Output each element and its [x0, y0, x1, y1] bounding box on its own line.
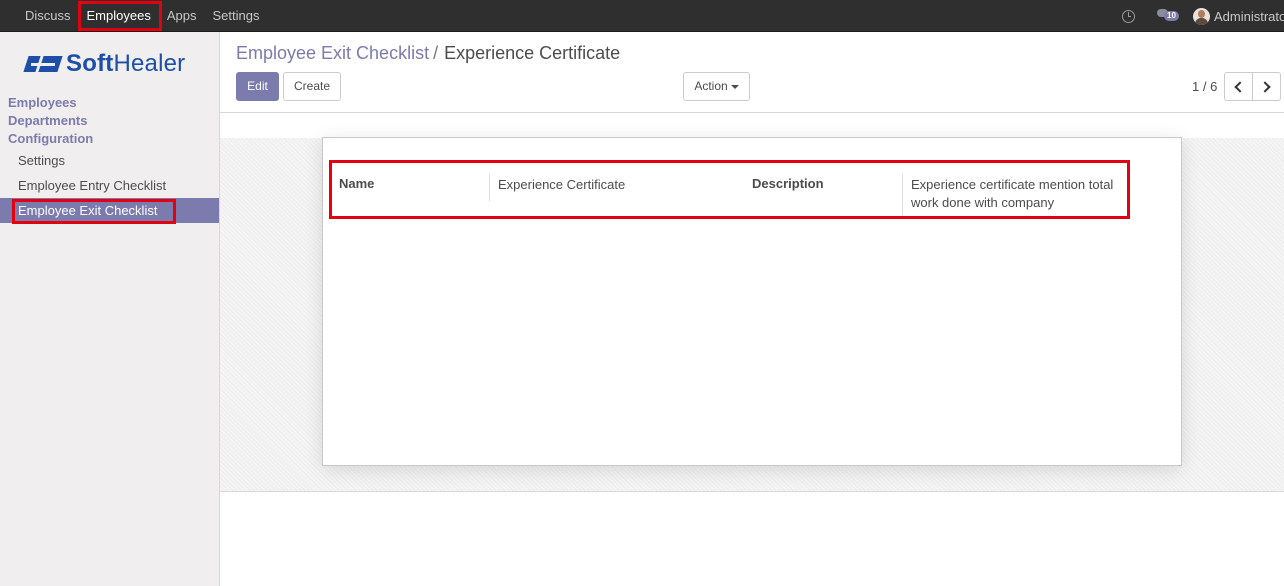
description-label: Description — [752, 176, 824, 191]
action-label: Action — [694, 79, 728, 93]
sidebar-item-exit-checklist[interactable]: Employee Exit Checklist — [0, 198, 219, 223]
caret-down-icon — [730, 84, 739, 89]
pager-previous-button[interactable] — [1224, 72, 1253, 101]
logo-mark-icon — [23, 54, 63, 74]
avatar[interactable] — [1193, 7, 1210, 25]
chevron-left-icon — [1234, 80, 1246, 93]
description-divider — [902, 174, 903, 216]
create-button[interactable]: Create — [283, 72, 341, 101]
edit-button[interactable]: Edit — [236, 72, 279, 101]
form-sheet: Name Experience Certificate Description … — [322, 137, 1182, 466]
chevron-right-icon — [1259, 80, 1271, 93]
breadcrumb: Employee Exit Checklist / Experience Certi… — [236, 43, 620, 64]
name-label: Name — [339, 176, 375, 191]
menu-employees[interactable]: Employees — [79, 0, 159, 32]
sidebar-section-configuration[interactable]: Configuration — [8, 130, 93, 148]
systray: 10 Administrator — [1122, 0, 1284, 32]
menu-settings[interactable]: Settings — [204, 0, 267, 32]
chat-icon[interactable]: 10 — [1157, 9, 1179, 23]
menu-discuss[interactable]: Discuss — [17, 0, 79, 32]
sidebar-item-settings[interactable]: Settings — [0, 148, 219, 173]
sidebar: SoftHealer Employees Departments Configu… — [0, 32, 220, 586]
top-navbar: Discuss Employees Apps Settings 10 Admin… — [0, 0, 1284, 32]
sidebar-sections: Employees Departments Configuration — [8, 94, 93, 148]
name-field[interactable]: Experience Certificate — [498, 176, 738, 194]
name-divider — [489, 174, 490, 201]
sidebar-item-entry-checklist[interactable]: Employee Entry Checklist — [0, 173, 219, 198]
sidebar-section-departments[interactable]: Departments — [8, 112, 93, 130]
sidebar-config-items: Settings Employee Entry Checklist Employ… — [0, 148, 219, 223]
menu-apps[interactable]: Apps — [159, 0, 205, 32]
description-field[interactable]: Experience certificate mention total wor… — [911, 176, 1129, 212]
clock-icon[interactable] — [1122, 9, 1135, 23]
user-menu[interactable]: Administrator — [1214, 9, 1284, 24]
pager-value[interactable]: 1 / 6 — [1192, 79, 1217, 94]
breadcrumb-parent-link[interactable]: Employee Exit Checklist — [236, 43, 429, 63]
action-dropdown[interactable]: Action — [683, 72, 750, 101]
sidebar-section-employees[interactable]: Employees — [8, 94, 93, 112]
message-count-badge: 10 — [1164, 11, 1179, 21]
company-logo: SoftHealer — [23, 50, 186, 77]
pager-next-button[interactable] — [1252, 72, 1281, 101]
control-panel: Employee Exit Checklist / Experience Certi… — [220, 32, 1284, 113]
logo-text: SoftHealer — [66, 50, 186, 77]
breadcrumb-separator: / — [433, 43, 439, 63]
app-menu: Discuss Employees Apps Settings — [0, 0, 267, 32]
breadcrumb-current: Experience Certificate — [444, 43, 621, 63]
